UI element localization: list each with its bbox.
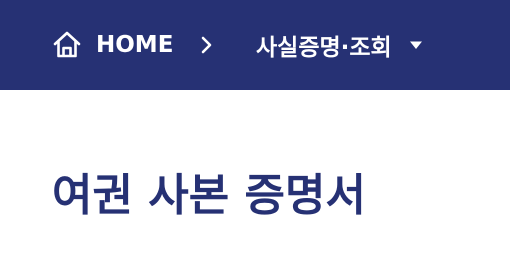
breadcrumb-category-dropdown[interactable]: 사실증명·조회 [256, 27, 423, 63]
breadcrumb-home-link[interactable]: HOME [52, 29, 173, 61]
breadcrumb-home-label: HOME [96, 32, 174, 58]
breadcrumb: HOME 사실증명·조회 [0, 0, 510, 90]
breadcrumb-category-label: 사실증명·조회 [256, 35, 392, 61]
caret-down-icon [409, 41, 422, 49]
chevron-right-icon [201, 36, 212, 54]
page-title: 여권 사본 증명서 [52, 170, 366, 221]
home-icon [53, 31, 81, 58]
